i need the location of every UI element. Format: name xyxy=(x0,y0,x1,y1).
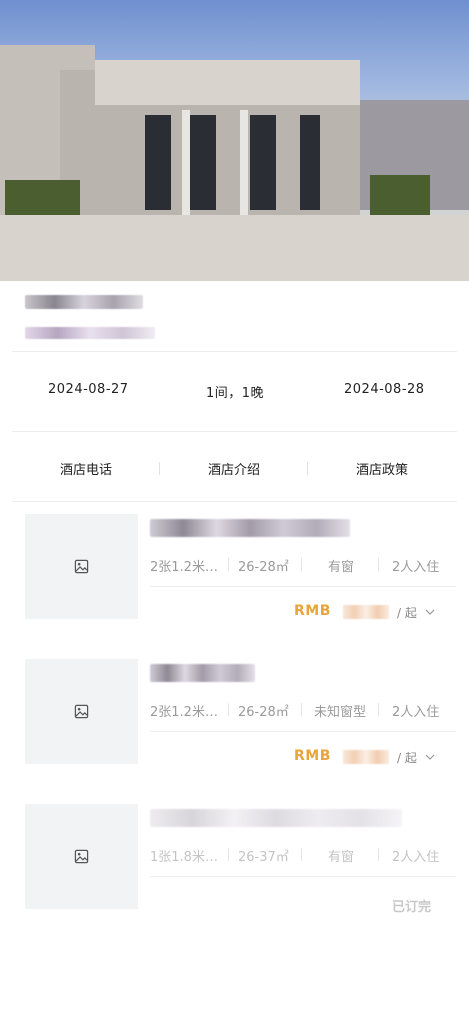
stay-dates[interactable]: 2024-08-27 1间，1晚 2024-08-28 xyxy=(0,378,469,404)
photo-window xyxy=(145,115,171,210)
spec-separator xyxy=(301,848,302,861)
room-card[interactable]: 2张1.2米… 26-28㎡ 有窗 2人入住 RMB / 起 xyxy=(0,514,469,634)
rooms-nights[interactable]: 1间，1晚 xyxy=(206,382,264,401)
hotel-tabs: 酒店电话 酒店介绍 酒店政策 xyxy=(0,455,469,481)
price-currency: RMB xyxy=(294,748,331,764)
spec-separator xyxy=(378,558,379,571)
hotel-address xyxy=(25,327,155,339)
photo-window xyxy=(250,115,276,210)
tab-hotel-intro[interactable]: 酒店介绍 xyxy=(160,459,308,478)
guest-capacity: 2人入住 xyxy=(392,850,440,865)
hotel-name xyxy=(25,295,143,309)
image-icon xyxy=(74,704,89,719)
room-area: 26-28㎡ xyxy=(238,560,289,575)
bed-info: 2张1.2米… xyxy=(150,560,218,575)
room-thumbnail[interactable] xyxy=(25,514,138,619)
spec-separator xyxy=(228,848,229,861)
divider xyxy=(12,351,457,352)
tab-hotel-policy[interactable]: 酒店政策 xyxy=(308,459,456,478)
divider xyxy=(12,431,457,432)
price-amount xyxy=(343,750,389,764)
checkout-date[interactable]: 2024-08-28 xyxy=(344,382,425,397)
room-thumbnail[interactable] xyxy=(25,804,138,909)
spec-separator xyxy=(301,558,302,571)
price-currency: RMB xyxy=(294,603,331,619)
photo-window xyxy=(300,115,320,210)
price-suffix: / 起 xyxy=(397,749,435,766)
room-specs: 2张1.2米… 26-28㎡ 有窗 2人入住 xyxy=(150,554,446,575)
spec-separator xyxy=(228,703,229,716)
chevron-down-icon[interactable] xyxy=(425,608,435,616)
sold-out-label: 已订完 xyxy=(392,900,432,915)
room-name[interactable] xyxy=(150,519,350,537)
photo-window xyxy=(190,115,216,210)
room-area: 26-28㎡ xyxy=(238,705,289,720)
room-name[interactable] xyxy=(150,664,255,682)
room-name[interactable] xyxy=(150,809,402,827)
photo-roof xyxy=(95,60,360,105)
window-info: 有窗 xyxy=(328,560,355,575)
room-specs: 2张1.2米… 26-28㎡ 未知窗型 2人入住 xyxy=(150,699,446,720)
divider xyxy=(12,501,457,502)
room-divider xyxy=(150,876,456,877)
price-suffix: / 起 xyxy=(397,604,435,621)
bed-info: 1张1.8米… xyxy=(150,850,218,865)
tab-hotel-phone[interactable]: 酒店电话 xyxy=(12,459,160,478)
window-info: 未知窗型 xyxy=(314,705,367,720)
room-area: 26-37㎡ xyxy=(238,850,289,865)
room-divider xyxy=(150,586,456,587)
spec-separator xyxy=(228,558,229,571)
spec-separator xyxy=(378,703,379,716)
photo-column xyxy=(182,110,190,220)
photo-ground xyxy=(0,215,469,281)
price-amount xyxy=(343,605,389,619)
photo-bush xyxy=(5,180,80,220)
photo-bush xyxy=(370,175,430,215)
image-icon xyxy=(74,559,89,574)
spec-separator xyxy=(301,703,302,716)
room-card[interactable]: 2张1.2米… 26-28㎡ 未知窗型 2人入住 RMB / 起 xyxy=(0,659,469,779)
spec-separator xyxy=(378,848,379,861)
hotel-photo[interactable] xyxy=(0,0,469,281)
hotel-info xyxy=(25,292,445,343)
guest-capacity: 2人入住 xyxy=(392,705,440,720)
room-thumbnail[interactable] xyxy=(25,659,138,764)
photo-column xyxy=(240,110,248,220)
guest-capacity: 2人入住 xyxy=(392,560,440,575)
room-card[interactable]: 1张1.8米… 26-37㎡ 有窗 2人入住 已订完 xyxy=(0,804,469,924)
checkin-date[interactable]: 2024-08-27 xyxy=(48,382,129,397)
room-specs: 1张1.8米… 26-37㎡ 有窗 2人入住 xyxy=(150,844,446,865)
bed-info: 2张1.2米… xyxy=(150,705,218,720)
window-info: 有窗 xyxy=(328,850,355,865)
image-icon xyxy=(74,849,89,864)
chevron-down-icon[interactable] xyxy=(425,753,435,761)
room-divider xyxy=(150,731,456,732)
